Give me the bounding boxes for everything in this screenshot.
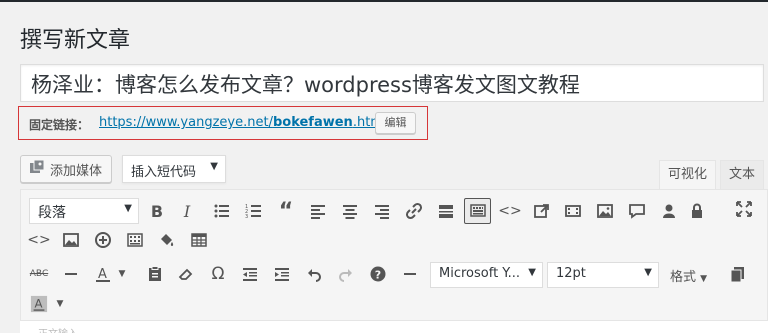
text-color-icon[interactable]: A [91,262,115,286]
indent-icon[interactable] [270,262,294,286]
redo-icon[interactable] [334,262,358,286]
format-select-value: 段落 [38,205,66,221]
tab-text[interactable]: 文本 [720,160,764,189]
undo-icon[interactable] [302,262,326,286]
align-right-icon[interactable] [370,199,394,223]
shortcode-label: 插入短代码 [131,165,197,180]
align-left-icon[interactable] [306,199,330,223]
tab-visual[interactable]: 可视化 [659,160,716,189]
admin-bar-edge [0,0,768,2]
post-title-input[interactable]: 杨泽业：博客怎么发布文章？wordpress博客发文图文教程 [20,64,764,102]
editor-toolbar: 段落 ▼ B I 123 “ <> <> ABC A ▼ Ω ? Microso… [20,189,768,333]
chevron-down-icon: ▼ [700,274,708,284]
permalink-box: 固定链接： https://www.yangzeye.net/bokefawen… [18,106,428,140]
add-media-label: 添加媒体 [50,163,103,179]
font-family-select[interactable]: Microsoft Y... ▼ [430,262,543,288]
help-icon[interactable]: ? [366,262,390,286]
bullet-list-icon[interactable] [210,199,234,223]
font-size-value: 12pt [556,266,586,281]
edit-permalink-button[interactable]: 编辑 [375,112,416,134]
html-icon[interactable]: <> [27,228,51,252]
more-tag-icon[interactable] [434,199,458,223]
align-center-icon[interactable] [338,199,362,223]
font-size-select[interactable]: 12pt ▼ [547,262,659,288]
code-icon[interactable]: <> [498,199,522,223]
numbered-list-icon[interactable]: 123 [242,199,266,223]
add-circle-icon[interactable] [91,228,115,252]
chevron-down-icon: ▼ [644,267,652,278]
bold-icon[interactable]: B [145,199,169,223]
permalink-prefix: https://www.yangzeye.net/ [99,115,273,130]
permalink-link[interactable]: https://www.yangzeye.net/bokefawen.html [99,115,387,130]
shortcode-select[interactable]: 插入短代码 ▼ [122,155,226,183]
background-color-icon[interactable]: A [27,292,51,316]
user-icon[interactable] [657,199,681,223]
comment-icon[interactable] [625,199,649,223]
chevron-down-icon[interactable]: ▼ [53,292,67,316]
toolbar-toggle-icon[interactable] [464,198,491,224]
add-media-button[interactable]: 添加媒体 [20,155,112,183]
permalink-label: 固定链接： [29,118,90,132]
fullscreen-icon[interactable] [732,197,756,221]
omega-icon[interactable]: Ω [206,262,230,286]
chevron-down-icon: ▼ [528,267,536,278]
horizontal-line-icon[interactable] [59,262,83,286]
format-select[interactable]: 段落 ▼ [29,198,139,224]
paint-bucket-icon[interactable] [155,228,179,252]
keyboard-icon[interactable] [123,228,147,252]
chevron-down-icon: ▼ [210,161,218,172]
italic-icon[interactable]: I [175,199,199,223]
divider-line-icon[interactable] [398,262,422,286]
svg-text:A: A [98,267,107,282]
strikethrough-icon[interactable]: ABC [27,262,51,286]
paste-text-icon[interactable] [143,262,167,286]
media-icon [29,159,45,179]
blockquote-icon[interactable]: “ [274,199,298,224]
copy-icon[interactable] [725,262,749,286]
page-title: 撰写新文章 [20,28,131,53]
link-icon[interactable] [402,199,426,223]
svg-text:A: A [35,297,43,311]
content-placeholder: 正文输入... [38,325,88,333]
external-link-icon[interactable] [530,199,554,223]
svg-text:3: 3 [245,214,248,220]
eraser-icon[interactable] [174,262,198,286]
editor-content[interactable]: 正文输入... [20,320,768,333]
chevron-down-icon: ▼ [124,203,132,214]
insert-image-icon[interactable] [59,228,83,252]
video-icon[interactable] [561,199,585,223]
image-icon[interactable] [593,199,617,223]
table-icon[interactable] [187,228,211,252]
lock-icon[interactable] [685,199,709,223]
formats-menu[interactable]: 格式 ▼ [670,266,707,285]
font-family-value: Microsoft Y... [439,266,520,281]
formats-label: 格式 [670,270,697,285]
svg-text:?: ? [375,268,381,281]
chevron-down-icon[interactable]: ▼ [116,262,128,286]
outdent-icon[interactable] [238,262,262,286]
permalink-slug: bokefawen [272,115,353,130]
